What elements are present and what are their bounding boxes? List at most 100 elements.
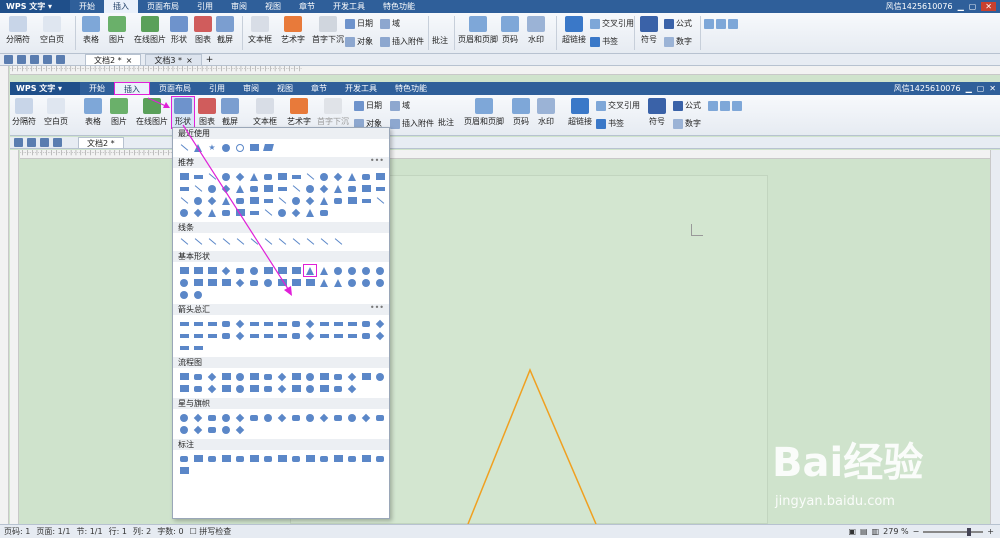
open-icon[interactable] xyxy=(17,55,26,64)
shape-option[interactable] xyxy=(235,184,245,193)
inner-menu-references[interactable]: 引用 xyxy=(200,82,234,95)
outer-comment-button[interactable]: 批注 xyxy=(432,35,448,46)
inner-number-button[interactable]: 数字 xyxy=(673,118,701,129)
shape-option[interactable] xyxy=(375,184,385,193)
shape-option[interactable] xyxy=(375,331,385,340)
shape-option[interactable] xyxy=(277,372,287,381)
inner-attachment-button[interactable]: 插入附件 xyxy=(390,118,434,129)
shape-option[interactable] xyxy=(333,372,343,381)
inner-formula-button[interactable]: 公式 xyxy=(673,100,701,111)
outer-menu-review[interactable]: 审阅 xyxy=(222,0,256,13)
shape-option[interactable] xyxy=(235,172,245,181)
outer-picture-button[interactable]: 图片 xyxy=(108,16,126,45)
shape-option[interactable] xyxy=(305,208,315,217)
shape-option[interactable] xyxy=(207,413,217,422)
circle-shape[interactable] xyxy=(221,143,231,152)
shape-option[interactable] xyxy=(277,184,287,193)
shape-option[interactable] xyxy=(179,237,189,246)
print-icon[interactable] xyxy=(30,55,39,64)
shape-option[interactable] xyxy=(263,413,273,422)
view-mode-icon[interactable]: ▣ xyxy=(848,527,856,536)
shape-option[interactable] xyxy=(179,208,189,217)
shape-option[interactable] xyxy=(221,454,231,463)
outer-page-break-button[interactable]: 分隔符 xyxy=(6,16,30,45)
outer-menu-references[interactable]: 引用 xyxy=(188,0,222,13)
shape-option[interactable] xyxy=(235,319,245,328)
inner-picture-button[interactable]: 图片 xyxy=(110,98,128,127)
inner-dropcap-button[interactable]: 首字下沉 xyxy=(317,98,349,127)
shape-option[interactable] xyxy=(235,208,245,217)
shape-option[interactable] xyxy=(179,425,189,434)
shape-option[interactable] xyxy=(221,208,231,217)
shape-option[interactable] xyxy=(347,172,357,181)
shape-option[interactable] xyxy=(305,319,315,328)
shape-option[interactable] xyxy=(347,413,357,422)
shape-option[interactable] xyxy=(235,237,245,246)
shape-option[interactable] xyxy=(249,319,259,328)
zoom-slider[interactable] xyxy=(923,527,984,536)
oval-shape[interactable] xyxy=(235,143,245,152)
outer-screenshot-button[interactable]: 截屏 xyxy=(216,16,234,45)
shape-option[interactable] xyxy=(249,413,259,422)
outer-wordart-button[interactable]: 艺术字 xyxy=(281,16,305,45)
more-icon[interactable]: ••• xyxy=(370,302,384,313)
outer-dropcap-button[interactable]: 首字下沉 xyxy=(312,16,344,45)
parallelogram-shape[interactable] xyxy=(262,143,274,152)
shape-option[interactable] xyxy=(207,237,217,246)
outer-number-button[interactable]: 数字 xyxy=(664,36,692,47)
shape-option[interactable] xyxy=(179,372,189,381)
shape-option[interactable] xyxy=(291,184,301,193)
shape-option[interactable] xyxy=(277,196,287,205)
outer-minimize-icon[interactable]: ▁ xyxy=(958,2,964,11)
shape-option[interactable] xyxy=(263,384,273,393)
inner-bookmark-button[interactable]: 书签 xyxy=(596,118,624,129)
shape-option[interactable] xyxy=(221,384,231,393)
inner-comment-button[interactable]: 批注 xyxy=(438,117,454,128)
outer-menu-layout[interactable]: 页面布局 xyxy=(138,0,188,13)
shape-option[interactable] xyxy=(347,372,357,381)
shape-option[interactable] xyxy=(221,319,231,328)
shape-option[interactable] xyxy=(277,454,287,463)
shape-option[interactable] xyxy=(207,184,217,193)
shape-option[interactable] xyxy=(207,172,217,181)
outer-crossref-button[interactable]: 交叉引用 xyxy=(590,18,634,29)
shape-option[interactable] xyxy=(333,266,343,275)
zoom-out-icon[interactable]: − xyxy=(913,527,920,536)
shape-option[interactable] xyxy=(263,372,273,381)
shape-option[interactable] xyxy=(193,331,203,340)
shape-option[interactable] xyxy=(277,331,287,340)
inner-screenshot-button[interactable]: 截屏 xyxy=(221,98,239,127)
shape-option[interactable] xyxy=(249,208,259,217)
shape-option[interactable] xyxy=(179,413,189,422)
zoom-slider-thumb[interactable] xyxy=(967,527,972,536)
inner-quick-tools[interactable] xyxy=(708,101,742,111)
inner-minimize-icon[interactable]: ▁ xyxy=(966,84,972,93)
inner-watermark-button[interactable]: 水印 xyxy=(537,98,555,127)
shape-option[interactable] xyxy=(305,184,315,193)
shape-option[interactable] xyxy=(291,266,301,275)
triangle-shape[interactable] xyxy=(460,368,610,524)
star-shape[interactable]: ★ xyxy=(207,143,217,152)
shape-option[interactable] xyxy=(319,384,329,393)
shape-option[interactable] xyxy=(221,372,231,381)
shape-option[interactable] xyxy=(347,184,357,193)
shape-option[interactable] xyxy=(179,184,189,193)
shape-option[interactable] xyxy=(263,184,273,193)
outer-shapes-button[interactable]: 形状 xyxy=(170,16,188,45)
shape-option[interactable] xyxy=(305,454,315,463)
triangle-shape-icon[interactable] xyxy=(193,143,203,152)
outer-attachment-button[interactable]: 插入附件 xyxy=(380,36,424,47)
shape-option[interactable] xyxy=(235,454,245,463)
shape-option[interactable] xyxy=(193,290,203,299)
shape-option[interactable] xyxy=(361,172,371,181)
save-icon[interactable] xyxy=(14,138,23,147)
shape-option[interactable] xyxy=(193,454,203,463)
inner-shapes-button[interactable]: 形状 xyxy=(171,96,195,129)
shape-option[interactable] xyxy=(361,454,371,463)
outer-doc-tab-1[interactable]: 文档2 * × xyxy=(85,54,142,65)
inner-menu-layout[interactable]: 页面布局 xyxy=(150,82,200,95)
shape-option[interactable] xyxy=(235,196,245,205)
shape-option[interactable] xyxy=(249,372,259,381)
shape-option[interactable] xyxy=(179,266,189,275)
vertical-scrollbar[interactable] xyxy=(990,150,1000,524)
